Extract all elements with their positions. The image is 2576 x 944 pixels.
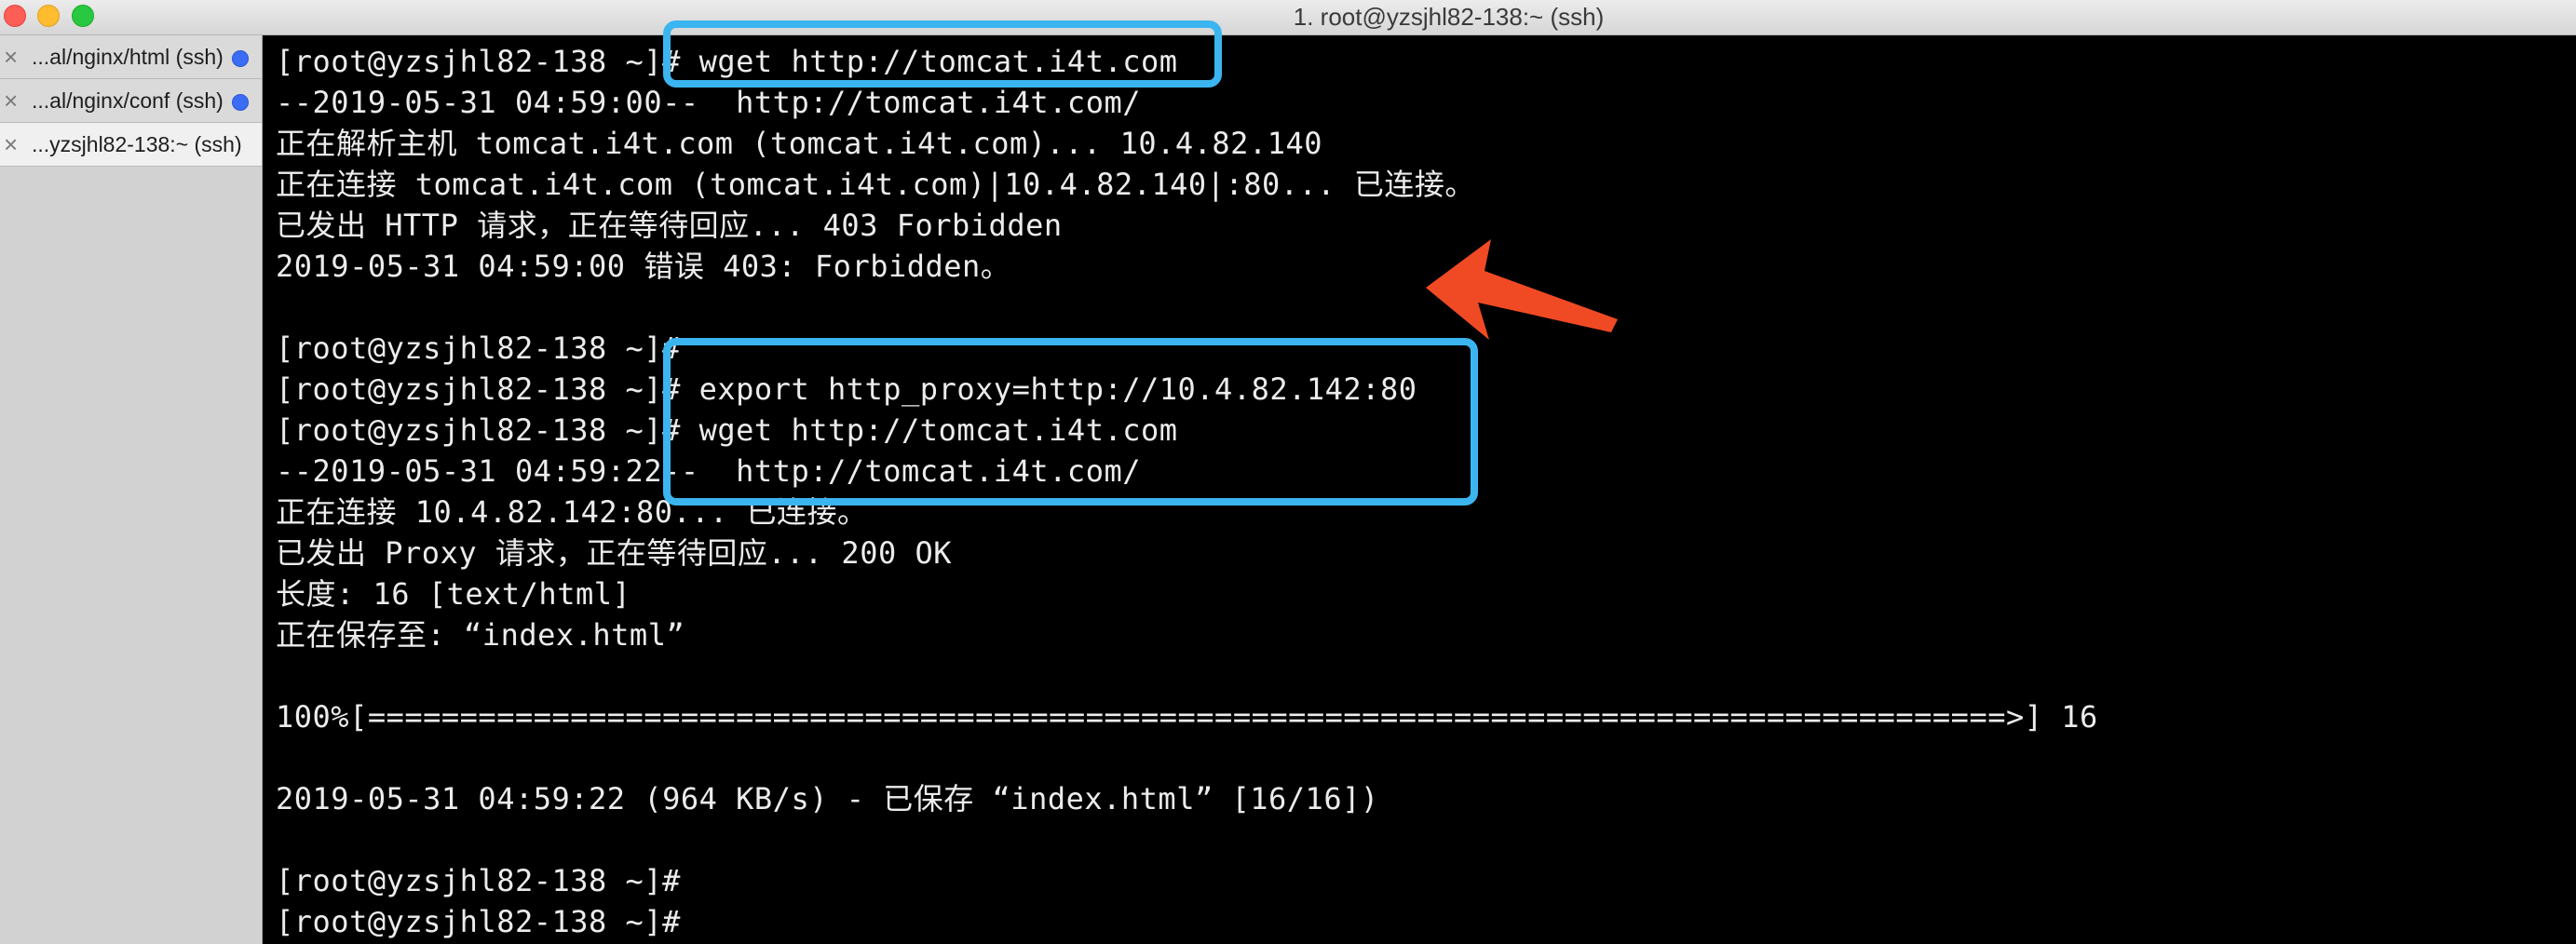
tab-label: ...yzsjhl82-138:~ (ssh) <box>32 132 242 156</box>
close-icon[interactable]: × <box>4 132 22 156</box>
terminal-line: --2019-05-31 04:59:00-- http://tomcat.i4… <box>276 85 1141 120</box>
tab-sidebar: × ...al/nginx/html (ssh) × ...al/nginx/c… <box>0 35 263 944</box>
terminal-line: 已发出 HTTP 请求，正在等待回应... 403 Forbidden <box>276 208 1063 243</box>
annotation-arrow-icon <box>1426 239 1618 340</box>
tab-label: ...al/nginx/conf (ssh) <box>32 88 224 113</box>
terminal-line: 2019-05-31 04:59:00 错误 403: Forbidden。 <box>276 249 1011 284</box>
terminal-line: 已发出 Proxy 请求，正在等待回应... 200 OK <box>276 535 953 571</box>
terminal-line: [root@yzsjhl82-138 ~]# <box>276 904 681 939</box>
proxy-command-highlight-box <box>663 338 1478 506</box>
activity-indicator-icon <box>232 94 249 111</box>
terminal-line: [root@yzsjhl82-138 ~]# <box>276 330 681 366</box>
tab-nginx-conf[interactable]: × ...al/nginx/conf (ssh) <box>0 79 262 123</box>
tab-label: ...al/nginx/html (ssh) <box>32 45 224 69</box>
title-bar: 1. root@yzsjhl82-138:~ (ssh) <box>0 0 2576 35</box>
close-icon[interactable]: × <box>4 45 22 69</box>
activity-indicator-icon <box>232 50 249 67</box>
wget-command-highlight-box <box>663 20 1222 88</box>
tab-nginx-html[interactable]: × ...al/nginx/html (ssh) <box>0 35 262 79</box>
terminal-line: 长度: 16 [text/html] <box>276 576 631 612</box>
close-icon[interactable]: × <box>4 88 22 113</box>
window-title: 1. root@yzsjhl82-138:~ (ssh) <box>1293 3 1605 31</box>
terminal-output[interactable]: [root@yzsjhl82-138 ~]# wget http://tomca… <box>263 20 2576 944</box>
terminal-line: 100%[===================================… <box>276 699 2098 735</box>
terminal-line: [root@yzsjhl82-138 ~]# <box>276 863 681 898</box>
terminal-line: 2019-05-31 04:59:22 (964 KB/s) - 已保存 “in… <box>276 781 1379 816</box>
terminal-line: 正在解析主机 tomcat.i4t.com (tomcat.i4t.com)..… <box>276 126 1322 161</box>
tab-root-home[interactable]: × ...yzsjhl82-138:~ (ssh) <box>0 123 262 167</box>
terminal-line: 正在连接 tomcat.i4t.com (tomcat.i4t.com)|10.… <box>276 167 1475 202</box>
terminal-line: 正在保存至: “index.html” <box>276 617 685 653</box>
